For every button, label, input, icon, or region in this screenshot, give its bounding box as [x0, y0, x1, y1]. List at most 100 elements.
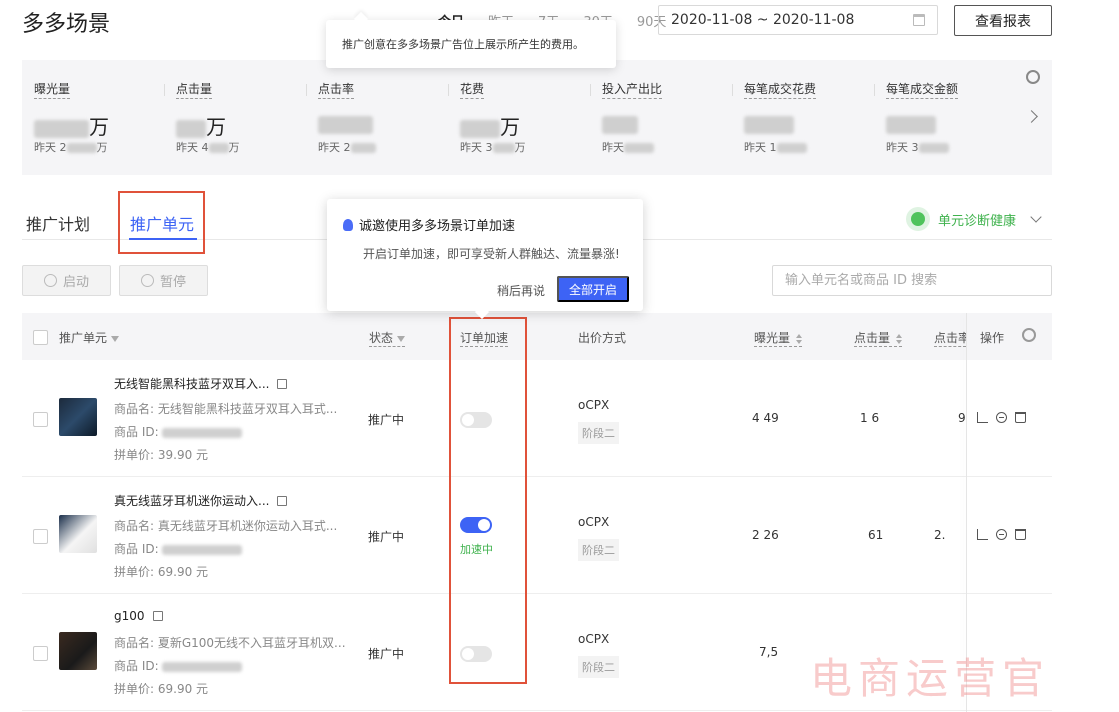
chart-icon[interactable] [977, 529, 988, 540]
product-id: 商品 ID: [114, 423, 243, 440]
metric-yesterday: 昨天 1 [744, 139, 884, 155]
metric-yesterday: 昨天 2 [318, 139, 458, 155]
table-header: 推广单元 状态 订单加速 出价方式 曝光量 点击量 点击率 操作 [22, 313, 1052, 360]
bid-method: oCPX [578, 515, 610, 529]
metric-label: 点击率 [318, 80, 355, 99]
metric-ctr[interactable]: 点击率 昨天 2 [306, 80, 458, 160]
col-bid: 出价方式 [578, 331, 627, 345]
metric-roi[interactable]: 投入产出比 昨天 [590, 80, 742, 160]
metrics-panel: 曝光量 万 昨天 2万 点击量 万 昨天 4万 点击率 昨天 2 花费 万 昨天… [22, 60, 1052, 175]
metric-yesterday: 昨天 4万 [176, 141, 240, 154]
lightbulb-icon [343, 218, 353, 231]
sort-icon [896, 333, 903, 344]
view-report-button[interactable]: 查看报表 [954, 5, 1052, 36]
pause-button[interactable]: 暂停 [119, 265, 208, 296]
metric-label: 花费 [460, 80, 485, 99]
column-settings-gear-icon[interactable] [1022, 328, 1036, 342]
metric-value: 万 [460, 111, 600, 139]
unit-status: 推广中 [368, 530, 405, 544]
bid-stage: 阶段二 [578, 656, 619, 678]
enable-all-button[interactable]: 全部开启 [557, 276, 629, 302]
product-thumbnail [59, 398, 97, 436]
metric-impressions[interactable]: 曝光量 万 昨天 2万 [34, 80, 174, 160]
impressions-value: 7,5 [759, 645, 779, 659]
popover-title: 诚邀使用多多场景订单加速 [343, 215, 515, 234]
metric-clicks[interactable]: 点击量 万 昨天 4万 [164, 80, 316, 160]
select-all-checkbox[interactable] [33, 330, 48, 345]
diagnosis-label: 单元诊断健康 [938, 213, 1017, 229]
col-unit[interactable]: 推广单元 [59, 329, 120, 346]
metric-value [886, 111, 1026, 134]
calendar-icon [913, 14, 925, 26]
clicks-value: 1 6 [860, 411, 880, 425]
metric-order-amount[interactable]: 每笔成交金额 昨天 3 [874, 80, 1026, 160]
metric-yesterday: 昨天 3万 [460, 141, 526, 154]
trash-icon[interactable] [1015, 412, 1026, 423]
row-checkbox[interactable] [33, 412, 48, 427]
date-range-picker[interactable]: 2020-11-08 ~ 2020-11-08 [658, 5, 938, 35]
col-status[interactable]: 状态 [369, 329, 406, 347]
product-id: 商品 ID: [114, 540, 243, 557]
col-ops: 操作 [980, 331, 1005, 345]
metrics-settings-gear-icon[interactable] [1026, 70, 1040, 84]
start-button[interactable]: 启动 [22, 265, 111, 296]
clicks-value: 61 [868, 528, 884, 542]
tab-plans[interactable]: 推广计划 [26, 211, 90, 235]
product-price: 拼单价: 39.90 元 [114, 448, 209, 462]
metric-value [602, 111, 742, 134]
trash-icon[interactable] [1015, 529, 1026, 540]
col-ctr[interactable]: 点击率 [934, 329, 966, 347]
filter-icon [111, 335, 120, 342]
metric-yesterday: 昨天 3 [886, 139, 1026, 155]
order-accel-highlight-box [449, 317, 527, 684]
spend-tooltip: 推广创意在多多场景广告位上展示所产生的费用。 [326, 20, 616, 68]
watermark: 电商运营官 [810, 654, 1051, 703]
metric-label: 每笔成交金额 [886, 80, 959, 99]
remove-circle-icon[interactable] [996, 529, 1007, 540]
impressions-value: 4 49 [752, 411, 779, 425]
bid-method: oCPX [578, 398, 610, 412]
row-actions [977, 529, 1026, 540]
metric-label: 曝光量 [34, 80, 71, 99]
edit-icon [277, 495, 288, 506]
edit-icon [152, 611, 163, 621]
row-actions [977, 412, 1026, 423]
row-checkbox[interactable] [33, 529, 48, 544]
col-clicks[interactable]: 点击量 [854, 329, 903, 347]
edit-icon [277, 378, 288, 389]
remove-circle-icon[interactable] [996, 412, 1007, 423]
ctr-value: 9 [958, 411, 966, 425]
play-icon [43, 274, 57, 287]
product-title[interactable]: 真无线蓝牙耳机迷你运动入... [114, 492, 288, 509]
product-thumbnail [59, 632, 97, 670]
health-icon [906, 207, 930, 231]
product-id: 商品 ID: [114, 657, 243, 674]
unit-status: 推广中 [368, 647, 405, 661]
product-title[interactable]: g100 [114, 609, 163, 623]
metric-value [318, 111, 458, 134]
unit-search-input[interactable] [772, 265, 1052, 296]
product-name: 商品名: 无线智能黑科技蓝牙双耳入耳式... [114, 402, 338, 416]
ctr-value: 2. [934, 528, 946, 542]
date-range-value: 2020-11-08 ~ 2020-11-08 [671, 12, 855, 28]
product-name: 商品名: 真无线蓝牙耳机迷你运动入耳式... [114, 519, 338, 533]
product-name: 商品名: 夏新G100无线不入耳蓝牙耳机双... [114, 636, 346, 650]
metric-cost-per-order[interactable]: 每笔成交花费 昨天 1 [732, 80, 884, 160]
metric-value: 万 [176, 111, 316, 139]
product-price: 拼单价: 69.90 元 [114, 565, 209, 579]
metric-yesterday: 昨天 [602, 139, 742, 155]
table-row: 真无线蓝牙耳机迷你运动入... 商品名: 真无线蓝牙耳机迷你运动入耳式... 商… [22, 477, 1052, 594]
metric-label: 投入产出比 [602, 80, 663, 99]
metric-spend[interactable]: 花费 万 昨天 3万 [448, 80, 600, 160]
chevron-down-icon [1030, 211, 1042, 223]
product-title[interactable]: 无线智能黑科技蓝牙双耳入... [114, 375, 288, 392]
page-title: 多多场景 [22, 12, 111, 37]
unit-diagnosis[interactable]: 单元诊断健康 [906, 207, 1042, 231]
row-checkbox[interactable] [33, 646, 48, 661]
later-link[interactable]: 稍后再说 [497, 282, 545, 299]
col-impressions[interactable]: 曝光量 [754, 329, 803, 347]
sort-icon [796, 333, 803, 344]
chart-icon[interactable] [977, 412, 988, 423]
metric-value [744, 111, 884, 134]
metric-yesterday: 昨天 2万 [34, 141, 108, 154]
